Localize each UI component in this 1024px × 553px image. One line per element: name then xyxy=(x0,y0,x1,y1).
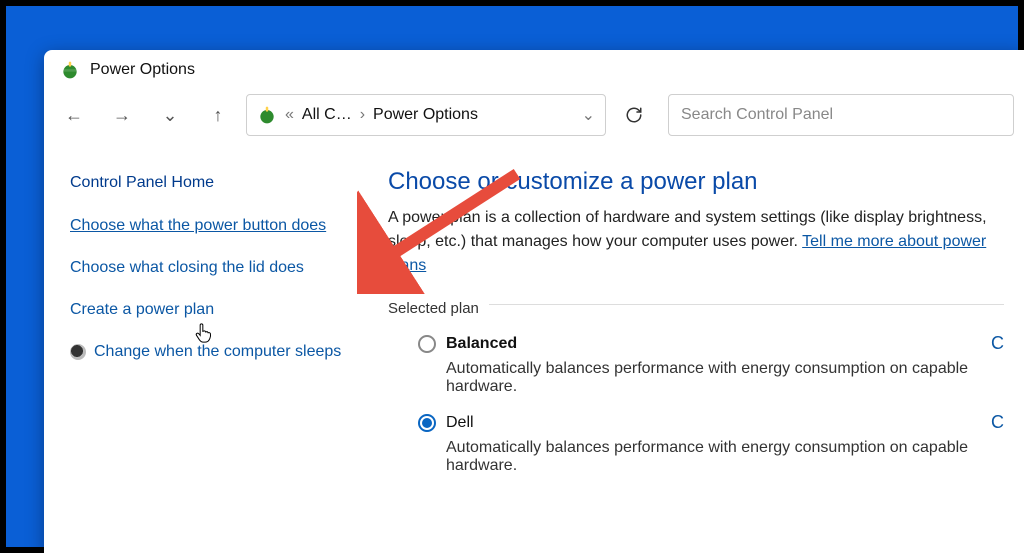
recent-locations-button[interactable]: ⌄ xyxy=(150,97,190,133)
chevron-down-icon[interactable]: ⌄ xyxy=(582,105,595,125)
plan-radio-balanced[interactable] xyxy=(418,335,436,353)
search-box[interactable] xyxy=(668,94,1014,136)
moon-icon xyxy=(70,344,86,360)
change-plan-link[interactable]: C xyxy=(979,333,1004,354)
breadcrumb-item[interactable]: All C… xyxy=(302,106,352,124)
sidebar-link-closing-lid[interactable]: Choose what closing the lid does xyxy=(70,256,370,280)
plan-item: Balanced C Automatically balances perfor… xyxy=(418,333,1004,396)
sidebar: Control Panel Home Choose what the power… xyxy=(70,158,370,485)
control-panel-home-link[interactable]: Control Panel Home xyxy=(70,174,370,192)
power-options-icon xyxy=(60,60,80,80)
annotation-arrow xyxy=(357,164,557,294)
breadcrumb-prefix: « xyxy=(285,106,294,124)
titlebar: Power Options xyxy=(44,50,1024,90)
up-button[interactable]: ↑ xyxy=(198,97,238,133)
plan-name[interactable]: Balanced xyxy=(446,335,517,353)
window: Power Options ← → ⌄ ↑ « All C… › Power O… xyxy=(44,50,1024,553)
sidebar-link-power-button[interactable]: Choose what the power button does xyxy=(70,214,370,238)
section-label: Selected plan xyxy=(388,300,479,317)
search-input[interactable] xyxy=(681,106,1001,124)
window-title: Power Options xyxy=(90,61,195,79)
forward-button[interactable]: → xyxy=(102,97,142,133)
plan-item: Dell C Automatically balances performanc… xyxy=(418,412,1004,475)
plan-description: Automatically balances performance with … xyxy=(446,360,1004,396)
breadcrumb-item[interactable]: Power Options xyxy=(373,106,478,124)
sidebar-link-sleep[interactable]: Change when the computer sleeps xyxy=(94,340,341,364)
nav-toolbar: ← → ⌄ ↑ « All C… › Power Options ⌄ xyxy=(44,90,1024,146)
back-button[interactable]: ← xyxy=(54,97,94,133)
address-bar[interactable]: « All C… › Power Options ⌄ xyxy=(246,94,606,136)
chevron-right-icon: › xyxy=(360,106,365,124)
plan-name[interactable]: Dell xyxy=(446,414,474,432)
divider xyxy=(489,304,1004,305)
power-options-icon xyxy=(257,105,277,125)
plan-description: Automatically balances performance with … xyxy=(446,439,1004,475)
refresh-button[interactable] xyxy=(614,94,654,136)
plan-radio-dell[interactable] xyxy=(418,414,436,432)
hand-cursor-icon xyxy=(194,321,214,345)
change-plan-link[interactable]: C xyxy=(979,412,1004,433)
sidebar-link-create-plan[interactable]: Create a power plan xyxy=(70,298,370,322)
